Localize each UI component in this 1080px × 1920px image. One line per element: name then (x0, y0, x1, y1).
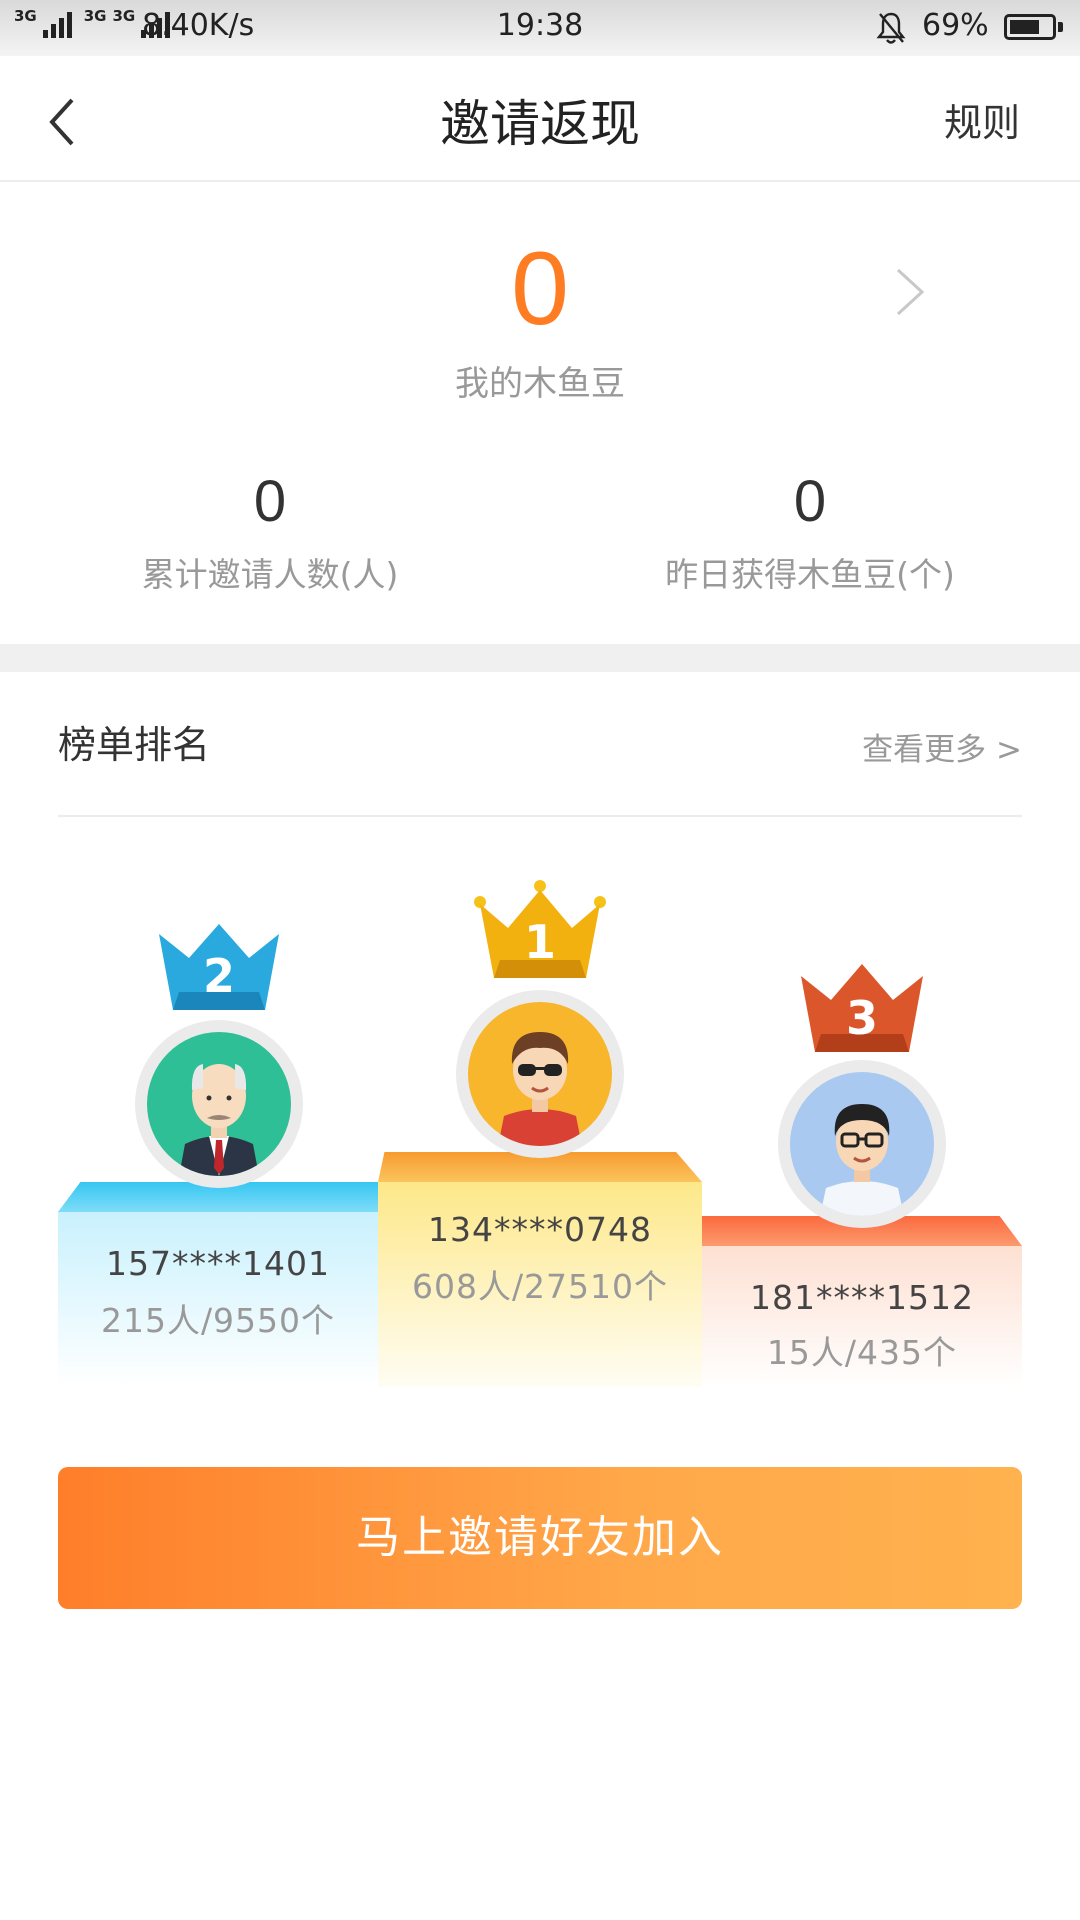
avatar (456, 990, 624, 1158)
crown-rank-number: 3 (846, 991, 878, 1045)
crown-rank-1-icon: 1 (474, 880, 606, 978)
old-man-avatar-icon (179, 1064, 259, 1176)
yesterday-beans-label: 昨日获得木鱼豆(个) (665, 555, 955, 594)
rules-link[interactable]: 规则 (944, 92, 1020, 147)
chevron-right-icon[interactable] (892, 266, 928, 318)
nav-bar: 邀请返现 规则 (0, 56, 1080, 182)
avatar (135, 1020, 303, 1188)
glasses-man-avatar-icon (820, 1104, 904, 1216)
podium-rank-3: 181****1512 15人/435个 (702, 1216, 1022, 1387)
battery-icon (1004, 14, 1056, 40)
crown-rank-3-icon: 3 (801, 964, 923, 1052)
clock: 19:38 (496, 8, 584, 43)
podium-rank-1: 134****0748 608人/27510个 (378, 1152, 702, 1387)
divider (58, 815, 1022, 817)
yesterday-beans-count: 0 (793, 469, 827, 534)
battery-percent: 69% (922, 8, 989, 43)
page-title: 邀请返现 (440, 95, 640, 153)
rank-phone: 181****1512 (750, 1278, 974, 1317)
crown-rank-number: 1 (524, 915, 556, 969)
rank-phone: 157****1401 (106, 1244, 330, 1283)
mute-bell-icon (876, 12, 906, 44)
my-beans-label: 我的木鱼豆 (455, 364, 625, 404)
view-more-link[interactable]: 查看更多 > (862, 724, 1022, 769)
rank-invite-count: 608人/27510个 (411, 1267, 669, 1306)
avatar (778, 1060, 946, 1228)
crown-rank-number: 2 (203, 949, 235, 1003)
invited-count-label: 累计邀请人数(人) (141, 555, 399, 594)
rank-invite-count: 15人/435个 (766, 1333, 958, 1372)
battery-tip (1058, 22, 1063, 32)
rank-phone: 134****0748 (428, 1210, 652, 1249)
invited-count: 0 (253, 469, 287, 534)
section-divider (0, 644, 1080, 672)
crown-rank-2-icon: 2 (159, 924, 279, 1010)
invite-friends-button[interactable]: 马上邀请好友加入 (58, 1467, 1022, 1609)
ranking-title: 榜单排名 (58, 723, 211, 767)
sunglasses-man-avatar-icon (498, 1032, 582, 1146)
podium-rank-2: 157****1401 215人/9550个 (58, 1182, 378, 1387)
status-bar: 3G 3G 3G 8.40K/s 19:38 69% (0, 0, 1080, 56)
rank-invite-count: 215人/9550个 (100, 1301, 336, 1340)
